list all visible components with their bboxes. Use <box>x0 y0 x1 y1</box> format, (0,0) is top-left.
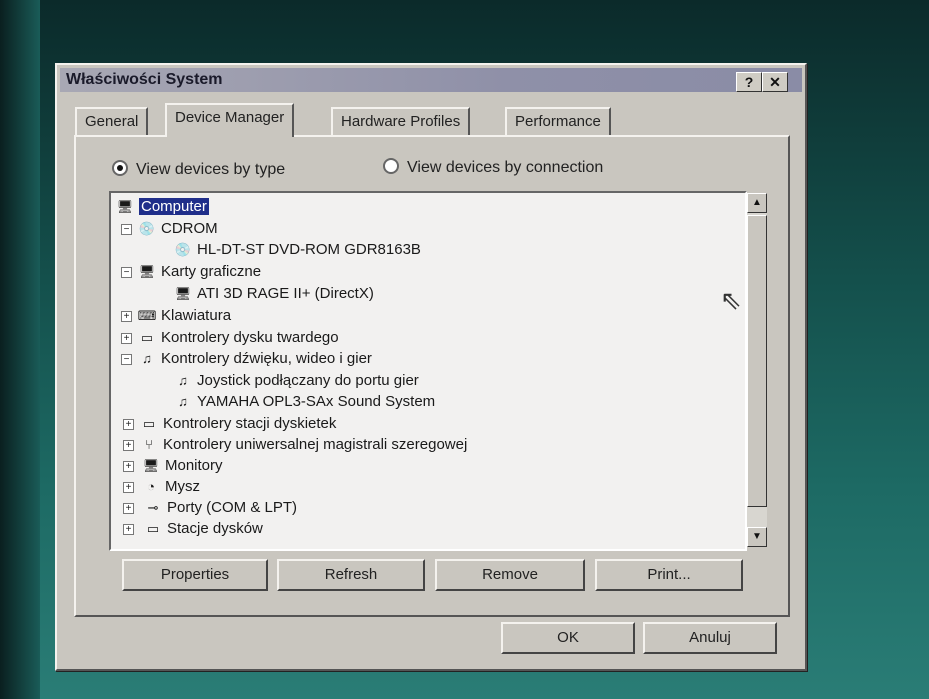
collapse-icon[interactable]: − <box>121 267 132 278</box>
tree-item-floppy-controllers[interactable]: ▭ Kontrolery stacji dyskietek <box>139 414 337 434</box>
cdrom-icon: 💿 <box>138 221 156 236</box>
collapse-icon[interactable]: − <box>121 354 132 365</box>
expand-icon[interactable]: + <box>123 461 134 472</box>
close-button[interactable]: ✕ <box>762 72 788 92</box>
mouse-cursor-icon: ⇖ <box>720 285 742 315</box>
vertical-scrollbar[interactable]: ▲ ▼ <box>747 193 767 547</box>
radio-unselected-icon <box>383 158 399 174</box>
collapse-icon[interactable]: − <box>121 224 132 235</box>
sound-icon: ♫ <box>178 373 188 388</box>
expand-icon[interactable]: + <box>121 333 132 344</box>
floppy-controller-icon: ▭ <box>142 416 156 431</box>
tree-item-sound-video-game[interactable]: ♫ Kontrolery dźwięku, wideo i gier <box>137 349 372 369</box>
help-button[interactable]: ? <box>736 72 762 92</box>
display-icon: 🖥 <box>174 286 192 301</box>
disk-controller-icon: ▭ <box>140 330 154 345</box>
tree-item-monitors[interactable]: 🖥 Monitory <box>141 456 223 476</box>
expand-icon[interactable]: + <box>123 482 134 493</box>
tree-item-display-adapters[interactable]: 🖥 Karty graficzne <box>137 262 261 282</box>
tree-item-hdd-controllers[interactable]: ▭ Kontrolery dysku twardego <box>137 328 339 348</box>
view-by-type-radio[interactable]: View devices by type <box>112 160 285 179</box>
keyboard-icon: ⌨ <box>137 308 157 323</box>
tree-item-computer[interactable]: 🖥 Computer <box>115 197 209 217</box>
title-bar: Właściwości System ? ✕ <box>60 68 802 92</box>
tree-item-dvd-rom[interactable]: 💿 HL-DT-ST DVD-ROM GDR8163B <box>173 240 421 260</box>
mouse-icon: ◔ <box>147 479 155 494</box>
tree-item-usb-controllers[interactable]: ⑂ Kontrolery uniwersalnej magistrali szer… <box>139 435 467 455</box>
tab-general[interactable]: General <box>75 107 149 135</box>
tab-device-manager[interactable]: Device Manager <box>165 103 295 137</box>
tree-item-keyboard[interactable]: ⌨ Klawiatura <box>137 306 231 326</box>
view-by-connection-radio[interactable]: View devices by connection <box>383 158 603 177</box>
scroll-down-icon[interactable]: ▼ <box>747 527 767 547</box>
radio-selected-icon <box>112 160 128 176</box>
usb-icon: ⑂ <box>145 437 153 452</box>
remove-button[interactable]: Remove <box>435 559 585 591</box>
tree-item-ati-rage[interactable]: 🖥 ATI 3D RAGE II+ (DirectX) <box>173 284 374 304</box>
print-button[interactable]: Print... <box>595 559 743 591</box>
tree-item-mouse[interactable]: ◔ Mysz <box>141 477 200 497</box>
sound-icon: ♫ <box>142 351 152 366</box>
tree-item-yamaha[interactable]: ♫ YAMAHA OPL3-SAx Sound System <box>173 392 435 412</box>
tree-item-ports[interactable]: ⊸ Porty (COM & LPT) <box>143 498 297 518</box>
view-by-type-label: View devices by type <box>136 161 286 178</box>
drive-icon: ▭ <box>146 521 160 536</box>
expand-icon[interactable]: + <box>121 311 132 322</box>
view-by-connection-label: View devices by connection <box>407 159 604 176</box>
expand-icon[interactable]: + <box>123 419 134 430</box>
window-title: Właściwości System <box>66 71 223 88</box>
refresh-button[interactable]: Refresh <box>277 559 425 591</box>
tab-hardware-profiles[interactable]: Hardware Profiles <box>331 107 471 135</box>
tab-performance[interactable]: Performance <box>505 107 611 135</box>
device-tree[interactable]: 🖥 Computer − 💿 CDROM 💿 HL-DT-ST DVD-ROM GDR… <box>109 191 747 551</box>
sound-icon: ♫ <box>178 394 188 409</box>
properties-button[interactable]: Properties <box>122 559 268 591</box>
cdrom-icon: 💿 <box>174 242 192 257</box>
cancel-button[interactable]: Anuluj <box>643 622 777 654</box>
port-icon: ⊸ <box>147 500 159 515</box>
tree-item-disk-drives[interactable]: ▭ Stacje dysków <box>143 519 263 539</box>
computer-icon: 🖥 <box>116 199 134 214</box>
scroll-thumb[interactable] <box>747 215 767 507</box>
display-icon: 🖥 <box>138 264 156 279</box>
expand-icon[interactable]: + <box>123 440 134 451</box>
tree-item-cdrom[interactable]: 💿 CDROM <box>137 219 218 239</box>
tree-item-joystick[interactable]: ♫ Joystick podłączany do portu gier <box>173 371 419 391</box>
expand-icon[interactable]: + <box>123 503 134 514</box>
expand-icon[interactable]: + <box>123 524 134 535</box>
ok-button[interactable]: OK <box>501 622 635 654</box>
scroll-up-icon[interactable]: ▲ <box>747 193 767 213</box>
monitor-bezel <box>0 0 40 699</box>
monitor-icon: 🖥 <box>142 458 160 473</box>
system-properties-dialog: Właściwości System ? ✕ General Device Ma… <box>55 63 807 671</box>
